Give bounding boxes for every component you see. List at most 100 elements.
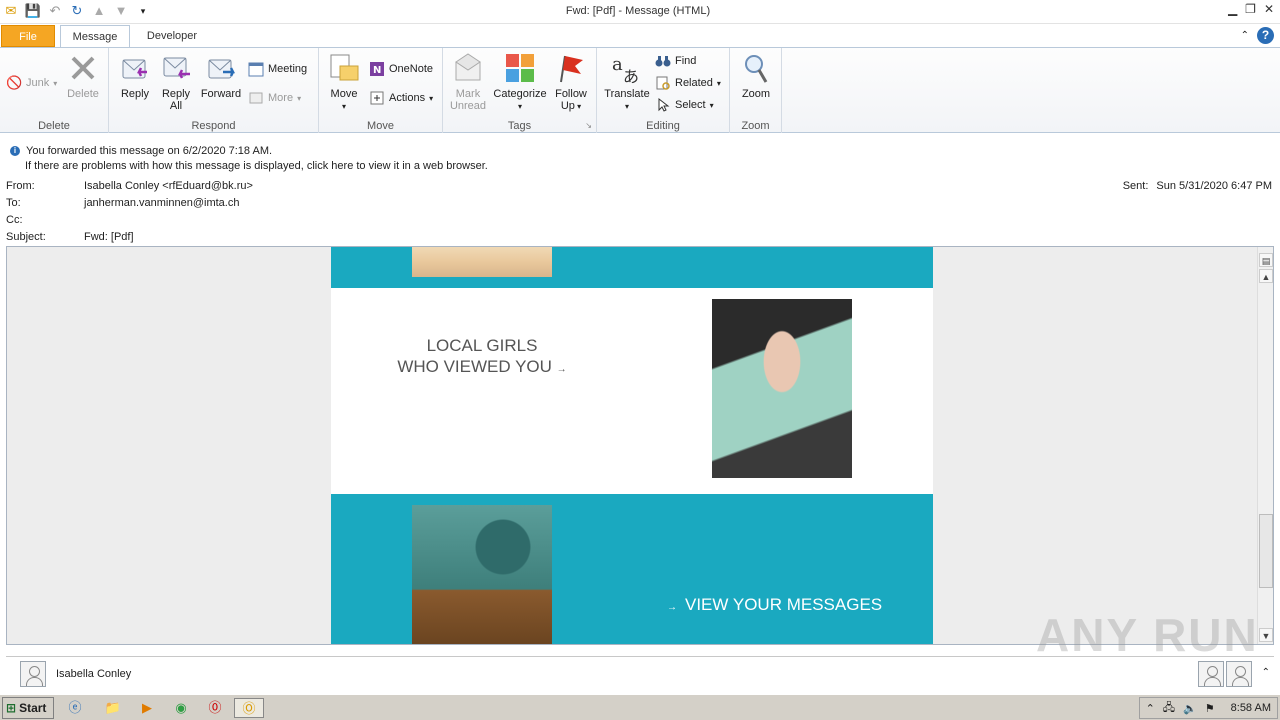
reply-all-button[interactable]: Reply All — [158, 52, 194, 112]
forward-icon — [208, 59, 236, 79]
follow-up-label-2: Up — [560, 100, 575, 112]
view-messages-link[interactable]: → VIEW YOUR MESSAGES — [667, 595, 882, 615]
sender-avatar[interactable] — [20, 661, 46, 687]
actions-icon — [370, 91, 384, 105]
translate-label: Translate — [604, 88, 650, 100]
scrollbar-thumb[interactable] — [1259, 514, 1273, 588]
tab-developer[interactable]: Developer — [136, 25, 208, 48]
arrow-right-icon: → — [556, 364, 567, 375]
action-center-flag-icon[interactable]: ⚑ — [1205, 702, 1215, 715]
local-girls-link[interactable]: LOCAL GIRLS WHO VIEWED YOU → — [331, 335, 633, 380]
vertical-scrollbar[interactable]: ▤ ▲ ▼ — [1257, 247, 1273, 644]
forwarded-notice: i You forwarded this message on 6/2/2020… — [10, 145, 272, 157]
zoom-button[interactable]: Zoom — [738, 52, 774, 100]
view-messages-label: VIEW YOUR MESSAGES — [685, 595, 883, 614]
follow-up-button[interactable]: Follow Up ▾ — [551, 52, 591, 113]
svg-text:あ: あ — [623, 67, 639, 84]
minimize-ribbon-icon[interactable]: ⌃ — [1241, 30, 1249, 41]
sent-row: Sent: Sun 5/31/2020 6:47 PM — [1123, 180, 1272, 192]
close-icon[interactable]: ✕ — [1264, 2, 1274, 16]
mark-unread-icon — [455, 53, 481, 81]
translate-button[interactable]: aあ Translate ▾ — [601, 52, 653, 113]
group-respond: Reply Reply All Forward Meeting More ▾ R… — [109, 48, 319, 133]
to-row: To: janherman.vanminnen@imta.ch — [6, 197, 239, 214]
actions-label: Actions — [389, 92, 426, 104]
related-button[interactable]: Related ▾ — [655, 73, 721, 93]
message-body[interactable]: LOCAL GIRLS WHO VIEWED YOU → → VIEW YOUR … — [6, 246, 1274, 645]
window-title: Fwd: [Pdf] - Message (HTML) — [565, 5, 711, 17]
move-button[interactable]: Move ▾ — [327, 52, 361, 113]
meeting-button[interactable]: Meeting — [248, 59, 307, 79]
arrow-right-icon: → — [667, 602, 677, 613]
people-avatar-2[interactable] — [1226, 661, 1252, 687]
mark-unread-button[interactable]: Mark Unread — [449, 52, 487, 112]
onenote-label: OneNote — [389, 63, 434, 75]
junk-button[interactable]: 🚫 Junk ▾ — [6, 73, 57, 93]
related-icon — [656, 76, 670, 90]
group-tags-label: Tags — [507, 120, 532, 132]
media-player-icon[interactable]: ▶ — [136, 698, 158, 718]
actions-button[interactable]: Actions ▾ — [369, 88, 433, 108]
more-button[interactable]: More ▾ — [248, 88, 301, 108]
meeting-icon — [248, 62, 264, 77]
info-bar: i You forwarded this message on 6/2/2020… — [0, 144, 1280, 176]
outlook-taskbar-icon[interactable]: Ⓞ — [234, 698, 264, 718]
group-zoom: Zoom Zoom — [730, 48, 782, 133]
find-button[interactable]: Find — [655, 51, 696, 71]
tags-dialog-launcher-icon[interactable]: ↘ — [585, 121, 592, 130]
find-binoculars-icon — [655, 56, 671, 67]
photo-woman-sweater[interactable] — [712, 299, 852, 478]
svg-text:a: a — [612, 54, 623, 75]
move-label: Move — [330, 88, 358, 100]
reply-icon — [122, 59, 147, 79]
scroll-down-icon[interactable]: ▼ — [1259, 628, 1273, 642]
sent-value: Sun 5/31/2020 6:47 PM — [1156, 180, 1272, 192]
scroll-up-icon[interactable]: ▲ — [1259, 269, 1273, 283]
forward-button[interactable]: Forward — [199, 52, 243, 100]
help-icon[interactable]: ? — [1257, 27, 1274, 44]
expand-people-pane-icon[interactable]: ⌃ — [1262, 667, 1270, 678]
people-avatar-1[interactable] — [1198, 661, 1224, 687]
start-button[interactable]: ⊞ Start — [2, 697, 54, 719]
title-bar: ✉ 💾 ↶ ↻ ▲ ▼ ▾ Fwd: [Pdf] - Message (HTML… — [0, 0, 1280, 24]
from-value[interactable]: Isabella Conley <rfEduard@bk.ru> — [84, 180, 253, 197]
tray-expand-icon[interactable]: ⌃ — [1146, 702, 1155, 715]
reply-all-label-2: All — [169, 100, 183, 112]
ribbon: 🚫 Junk ▾ Delete Delete Reply Reply All F… — [0, 47, 1280, 133]
from-row: From: Isabella Conley <rfEduard@bk.ru> — [6, 180, 253, 197]
delete-button[interactable]: Delete — [64, 52, 102, 100]
minimize-icon[interactable]: ▁ — [1228, 2, 1237, 16]
onenote-button[interactable]: N OneNote — [369, 59, 433, 79]
restore-icon[interactable]: ❐ — [1245, 2, 1256, 16]
select-button[interactable]: Select ▾ — [655, 95, 714, 115]
chrome-icon[interactable]: ◉ — [170, 698, 192, 718]
delete-label: Delete — [67, 88, 99, 100]
network-icon[interactable]: 🖧 — [1163, 699, 1175, 718]
people-pane-name[interactable]: Isabella Conley — [56, 668, 131, 680]
clock[interactable]: 8:58 AM — [1231, 702, 1271, 714]
reply-all-label-1: Reply — [161, 88, 191, 100]
view-in-browser-link[interactable]: If there are problems with how this mess… — [25, 160, 488, 172]
ribbon-controls: ⌃ ? — [1241, 27, 1274, 44]
tab-file[interactable]: File — [1, 25, 55, 47]
photo-woman-seated[interactable] — [412, 505, 552, 644]
group-delete: 🚫 Junk ▾ Delete Delete — [0, 48, 109, 133]
photo-top[interactable] — [412, 247, 552, 277]
file-explorer-icon[interactable]: 📁 — [102, 698, 124, 718]
opera-icon[interactable]: ⓪ — [204, 698, 226, 718]
page-layout-icon[interactable]: ▤ — [1259, 253, 1273, 267]
meeting-label: Meeting — [268, 63, 308, 75]
tab-message[interactable]: Message — [60, 25, 130, 48]
categorize-button[interactable]: Categorize ▾ — [491, 52, 549, 113]
categorize-label: Categorize — [493, 88, 547, 100]
reply-button[interactable]: Reply — [117, 52, 153, 100]
group-tags: Mark Unread Categorize ▾ Follow Up ▾ Tags… — [443, 48, 597, 133]
to-value[interactable]: janherman.vanminnen@imta.ch — [84, 197, 239, 214]
system-tray: ⌃ 🖧 🔈 ⚑ 8:58 AM — [1138, 697, 1278, 719]
internet-explorer-icon[interactable]: ⓔ — [64, 698, 86, 718]
volume-icon[interactable]: 🔈 — [1183, 702, 1197, 715]
forward-label: Forward — [200, 88, 242, 100]
junk-icon: 🚫 — [6, 75, 23, 90]
sent-label: Sent: — [1122, 180, 1149, 192]
mark-unread-label-1: Mark — [455, 88, 481, 100]
